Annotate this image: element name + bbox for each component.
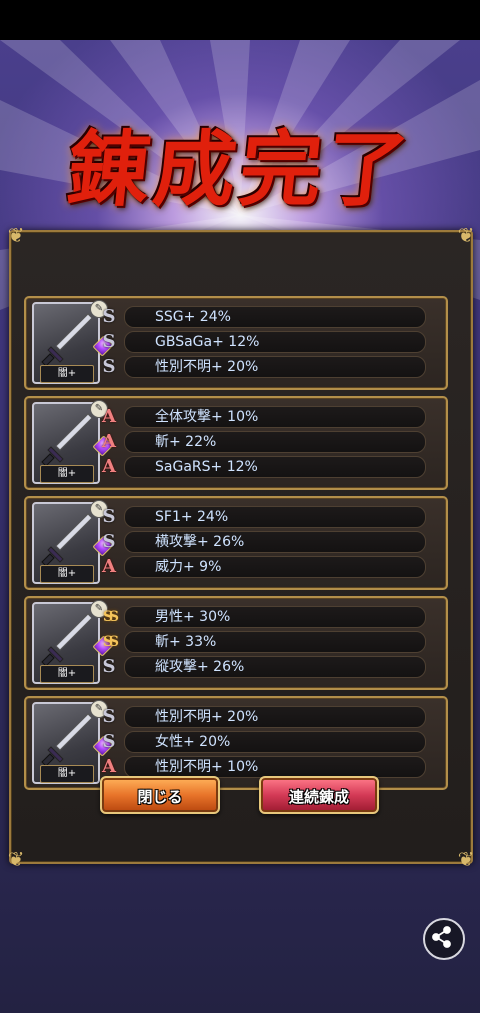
bonus-row: S SF1+ 24% bbox=[103, 506, 426, 528]
bonus-text: 横攻撃+ 26% bbox=[155, 534, 245, 550]
bonus-row: S 横攻撃+ 26% bbox=[103, 531, 426, 553]
continue-refine-button[interactable]: 連続錬成 bbox=[259, 776, 379, 814]
weapon-thumbnail: ✎ 闇+ bbox=[32, 300, 114, 384]
sword-icon bbox=[41, 413, 93, 467]
weapon-thumbnail: ✎ 闇+ bbox=[32, 500, 114, 584]
rank-s-icon: S bbox=[102, 731, 116, 752]
bonus-row: S GBSaGa+ 12% bbox=[103, 331, 426, 353]
rank-a-icon: A bbox=[102, 406, 116, 427]
weapon-thumbnail: ✎ 闇+ bbox=[32, 400, 114, 484]
weapon-rank-label: 闇+ bbox=[40, 365, 94, 383]
bonus-text: 男性+ 30% bbox=[155, 609, 231, 625]
weapon-rank-label: 闇+ bbox=[40, 465, 94, 483]
bonus-text: 性別不明+ 10% bbox=[155, 759, 259, 775]
bonus-text: 全体攻撃+ 10% bbox=[155, 409, 259, 425]
rank-s-icon: S bbox=[102, 656, 116, 677]
title-banner: 錬成完了 bbox=[0, 100, 480, 240]
corner-ornament-icon: ❦ bbox=[7, 847, 25, 871]
bonus-text: 斬+ 22% bbox=[155, 434, 217, 450]
rank-a-icon: A bbox=[102, 556, 116, 577]
enhancement-card: ✎ 闇+ SS 男性+ 30% SS 斬+ 33% S 縦攻撃+ 26% bbox=[24, 596, 448, 690]
bonus-row: A 威力+ 9% bbox=[102, 556, 426, 578]
bonus-text: GBSaGa+ 12% bbox=[155, 334, 260, 350]
enhancement-card: ✎ 闇+ S 性別不明+ 20% S 女性+ 20% A 性別不明+ 10% bbox=[24, 696, 448, 790]
bonus-text: 威力+ 9% bbox=[155, 559, 222, 575]
sword-icon bbox=[41, 613, 93, 667]
bonus-text: 斬+ 33% bbox=[155, 634, 217, 650]
rank-s-icon: S bbox=[102, 331, 116, 352]
rank-a-icon: A bbox=[102, 756, 116, 777]
rank-s-icon: S bbox=[102, 706, 116, 727]
bonus-row: S 縦攻撃+ 26% bbox=[103, 656, 426, 678]
bonus-row: S 性別不明+ 20% bbox=[103, 706, 426, 728]
weapon-thumbnail: ✎ 闇+ bbox=[32, 700, 114, 784]
bonus-text: SSG+ 24% bbox=[155, 309, 231, 325]
rank-a-icon: A bbox=[102, 431, 116, 452]
bonus-text: 女性+ 20% bbox=[155, 734, 231, 750]
rank-ss-icon: SS bbox=[103, 609, 119, 625]
bonus-row: SS 斬+ 33% bbox=[103, 631, 426, 653]
weapon-rank-label: 闇+ bbox=[40, 665, 94, 683]
sword-icon bbox=[41, 513, 93, 567]
bonus-text: 性別不明+ 20% bbox=[155, 709, 259, 725]
page-title: 錬成完了 bbox=[62, 122, 418, 218]
bonus-row: SS 男性+ 30% bbox=[103, 606, 426, 628]
corner-ornament-icon: ❦ bbox=[457, 847, 475, 871]
bonus-row: A 性別不明+ 10% bbox=[102, 756, 426, 778]
sword-icon bbox=[41, 713, 93, 767]
bonus-text: 縦攻撃+ 26% bbox=[155, 659, 245, 675]
weapon-thumbnail: ✎ 闇+ bbox=[32, 600, 114, 684]
bonus-row: A 全体攻撃+ 10% bbox=[102, 406, 426, 428]
share-button[interactable] bbox=[423, 918, 465, 960]
bonus-row: A 斬+ 22% bbox=[102, 431, 426, 453]
bonus-text: SaGaRS+ 12% bbox=[155, 459, 258, 475]
bonus-row: S SSG+ 24% bbox=[103, 306, 426, 328]
rank-s-icon: S bbox=[102, 356, 116, 377]
enhancement-card: ✎ 闇+ S SSG+ 24% S GBSaGa+ 12% S 性別不明+ 20% bbox=[24, 296, 448, 390]
rank-s-icon: S bbox=[102, 531, 116, 552]
corner-ornament-icon: ❦ bbox=[7, 223, 25, 247]
bonus-row: S 女性+ 20% bbox=[103, 731, 426, 753]
rank-s-icon: S bbox=[102, 506, 116, 527]
share-icon bbox=[432, 926, 451, 948]
bonus-row: S 性別不明+ 20% bbox=[103, 356, 426, 378]
close-button[interactable]: 閉じる bbox=[100, 776, 220, 814]
bonus-row: A SaGaRS+ 12% bbox=[102, 456, 426, 478]
sword-icon bbox=[41, 313, 93, 367]
bonus-text: SF1+ 24% bbox=[155, 509, 229, 525]
weapon-rank-label: 闇+ bbox=[40, 765, 94, 783]
corner-ornament-icon: ❦ bbox=[457, 223, 475, 247]
rank-s-icon: S bbox=[102, 306, 116, 327]
status-bar bbox=[0, 0, 480, 40]
rank-ss-icon: SS bbox=[103, 634, 119, 650]
rank-a-icon: A bbox=[102, 456, 116, 477]
enhancement-card: ✎ 闇+ A 全体攻撃+ 10% A 斬+ 22% A SaGaRS+ 12% bbox=[24, 396, 448, 490]
enhancement-card: ✎ 闇+ S SF1+ 24% S 横攻撃+ 26% A 威力+ 9% bbox=[24, 496, 448, 590]
bonus-text: 性別不明+ 20% bbox=[155, 359, 259, 375]
weapon-rank-label: 闇+ bbox=[40, 565, 94, 583]
